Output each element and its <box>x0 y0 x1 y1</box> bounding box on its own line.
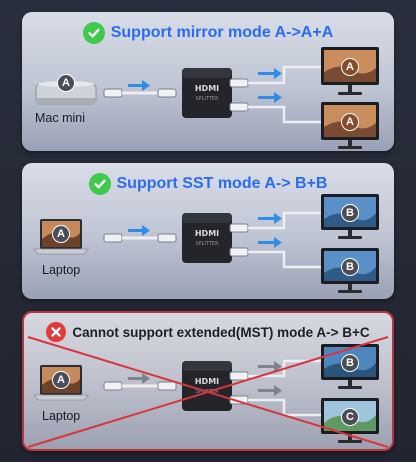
mst-mode-panel: Cannot support extended(MST) mode A-> B+… <box>22 311 394 451</box>
svg-text:SPLITTER: SPLITTER <box>195 241 219 247</box>
svg-text:HDMI: HDMI <box>195 84 219 93</box>
hdmi-splitter: HDMI SPLITTER <box>182 68 232 118</box>
output-cable-2 <box>229 247 322 269</box>
input-cable <box>103 381 177 391</box>
signal-arrow <box>258 385 282 396</box>
output-badge: C <box>341 408 359 426</box>
output-badge: B <box>341 354 359 372</box>
input-cable <box>103 88 177 98</box>
sst-mode-diagram: HDMI SPLITTER <box>33 194 379 293</box>
signal-arrow <box>128 80 150 91</box>
signal-arrow <box>128 225 150 236</box>
svg-text:HDMI: HDMI <box>195 229 219 238</box>
output-badge: B <box>341 258 359 276</box>
mirror-mode-panel: Support mirror mode A->A+A HDMI SPLITTER <box>22 12 394 151</box>
output-badge: A <box>341 113 359 131</box>
signal-arrow <box>258 237 282 248</box>
source-device-label: Laptop <box>42 263 81 277</box>
signal-arrow <box>258 213 282 224</box>
hdmi-splitter: HDMI SPLITTER <box>182 213 232 263</box>
output-badge: B <box>341 204 359 222</box>
mirror-mode-diagram: HDMI SPLITTER <box>35 47 379 149</box>
sst-mode-panel: Support SST mode A-> B+B HDMI SPLITTER A… <box>22 163 394 299</box>
signal-arrow <box>258 92 282 103</box>
source-device-label: Mac mini <box>35 111 86 125</box>
signal-arrow <box>128 373 150 384</box>
source-device-label: Laptop <box>42 409 81 423</box>
output-cable-2 <box>229 102 322 124</box>
output-badge: A <box>341 58 359 76</box>
signal-arrow <box>258 68 282 79</box>
source-badge: A <box>52 371 70 389</box>
source-badge: A <box>52 225 70 243</box>
input-cable <box>103 233 177 243</box>
mst-mode-diagram: HDMI SPLITTER <box>27 336 389 448</box>
svg-text:HDMI: HDMI <box>195 377 219 386</box>
svg-text:SPLITTER: SPLITTER <box>195 96 219 102</box>
source-badge: A <box>57 74 75 92</box>
